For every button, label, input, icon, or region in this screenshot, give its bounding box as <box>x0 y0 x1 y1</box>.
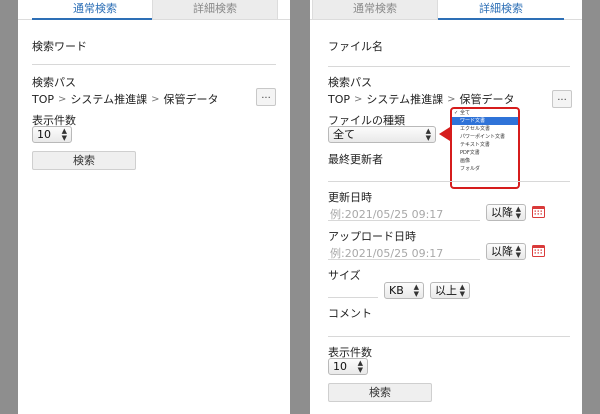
size-op-select[interactable]: 以上 ▲ ▼ <box>430 282 470 299</box>
keyword-input[interactable] <box>32 64 276 65</box>
filename-input[interactable] <box>328 66 570 67</box>
browse-path-button[interactable]: ... <box>256 88 276 106</box>
breadcrumb: TOP > システム推進課 > 保管データ <box>328 91 514 107</box>
size-op-value: 以上 <box>435 284 457 297</box>
dropdown-option[interactable]: テキスト文書 <box>452 141 518 149</box>
last-updater-input[interactable] <box>328 181 570 182</box>
stepper-arrows-icon: ▲ ▼ <box>515 204 521 220</box>
search-path-label: 検索パス <box>32 76 76 89</box>
breadcrumb-separator: > <box>151 93 160 105</box>
dropdown-option[interactable]: フォルダ <box>452 165 518 173</box>
upload-label: アップロード日時 <box>328 230 416 243</box>
callout-arrow-icon <box>439 127 450 141</box>
normal-search-panel: 通常検索 詳細検索 検索ワード 検索パス TOP > システム推進課 > 保管デ… <box>18 0 290 414</box>
comment-input[interactable] <box>328 336 570 337</box>
count-value: 10 <box>333 360 347 373</box>
filename-label: ファイル名 <box>328 40 383 53</box>
breadcrumb-item[interactable]: 保管データ <box>459 91 514 107</box>
stepper-arrows-icon: ▲ ▼ <box>413 282 419 298</box>
search-tabs: 通常検索 詳細検索 <box>310 0 582 20</box>
stepper-arrows-icon: ▲ ▼ <box>459 282 465 298</box>
check-icon: ✓ <box>454 110 459 116</box>
search-tabs: 通常検索 詳細検索 <box>18 0 290 20</box>
breadcrumb-item[interactable]: TOP <box>328 93 350 106</box>
updated-label: 更新日時 <box>328 191 372 204</box>
stepper-arrows-icon: ▲ ▼ <box>425 126 431 142</box>
browse-path-button[interactable]: ... <box>552 90 572 108</box>
upload-op-select[interactable]: 以降 ▲ ▼ <box>486 243 526 260</box>
count-value: 10 <box>37 128 51 141</box>
calendar-icon[interactable] <box>532 205 545 218</box>
file-type-value: 全て <box>333 128 355 141</box>
count-select[interactable]: 10 ▲ ▼ <box>328 358 368 375</box>
dropdown-option[interactable]: PDF文書 <box>452 149 518 157</box>
size-label: サイズ <box>328 269 361 282</box>
stepper-arrows-icon: ▲ ▼ <box>515 243 521 259</box>
breadcrumb-item[interactable]: システム推進課 <box>70 91 147 107</box>
dropdown-option[interactable]: エクセル文書 <box>452 125 518 133</box>
dropdown-option[interactable]: パワーポイント文書 <box>452 133 518 141</box>
last-updater-label: 最終更新者 <box>328 153 383 166</box>
updated-date-underline <box>328 220 480 221</box>
breadcrumb-separator: > <box>354 93 363 105</box>
breadcrumb-item[interactable]: 保管データ <box>163 91 218 107</box>
count-select[interactable]: 10 ▲ ▼ <box>32 126 72 143</box>
tab-normal-search[interactable]: 通常検索 <box>312 0 438 20</box>
tab-detail-search[interactable]: 詳細検索 <box>438 0 564 20</box>
search-path-label: 検索パス <box>328 76 372 89</box>
stepper-arrows-icon: ▲ ▼ <box>357 358 363 374</box>
dropdown-option[interactable]: 画像 <box>452 157 518 165</box>
breadcrumb-item[interactable]: システム推進課 <box>366 91 443 107</box>
size-input[interactable] <box>328 297 378 298</box>
size-unit-value: KB <box>389 284 404 297</box>
dropdown-option[interactable]: ワード文書 <box>452 117 518 125</box>
stepper-arrows-icon: ▲ ▼ <box>61 126 67 142</box>
calendar-icon[interactable] <box>532 244 545 257</box>
tab-normal-search[interactable]: 通常検索 <box>32 0 158 20</box>
updated-op-select[interactable]: 以降 ▲ ▼ <box>486 204 526 221</box>
search-button[interactable]: 検索 <box>328 383 432 402</box>
file-type-dropdown-list: ✓ 全て ワード文書 エクセル文書 パワーポイント文書 テキスト文書 PDF文書 … <box>450 107 520 189</box>
breadcrumb: TOP > システム推進課 > 保管データ <box>32 91 218 107</box>
tab-detail-search[interactable]: 詳細検索 <box>152 0 278 20</box>
updated-op-value: 以降 <box>491 206 513 219</box>
search-button[interactable]: 検索 <box>32 151 136 170</box>
breadcrumb-separator: > <box>447 93 456 105</box>
detail-search-panel: 通常検索 詳細検索 ファイル名 検索パス TOP > システム推進課 > 保管デ… <box>310 0 582 414</box>
upload-date-underline <box>328 259 480 260</box>
keyword-label: 検索ワード <box>32 40 87 53</box>
file-type-select[interactable]: 全て ▲ ▼ <box>328 126 436 143</box>
dropdown-option[interactable]: ✓ 全て <box>452 109 518 117</box>
comment-label: コメント <box>328 307 372 320</box>
breadcrumb-item[interactable]: TOP <box>32 93 54 106</box>
size-unit-select[interactable]: KB ▲ ▼ <box>384 282 424 299</box>
upload-op-value: 以降 <box>491 245 513 258</box>
breadcrumb-separator: > <box>58 93 67 105</box>
